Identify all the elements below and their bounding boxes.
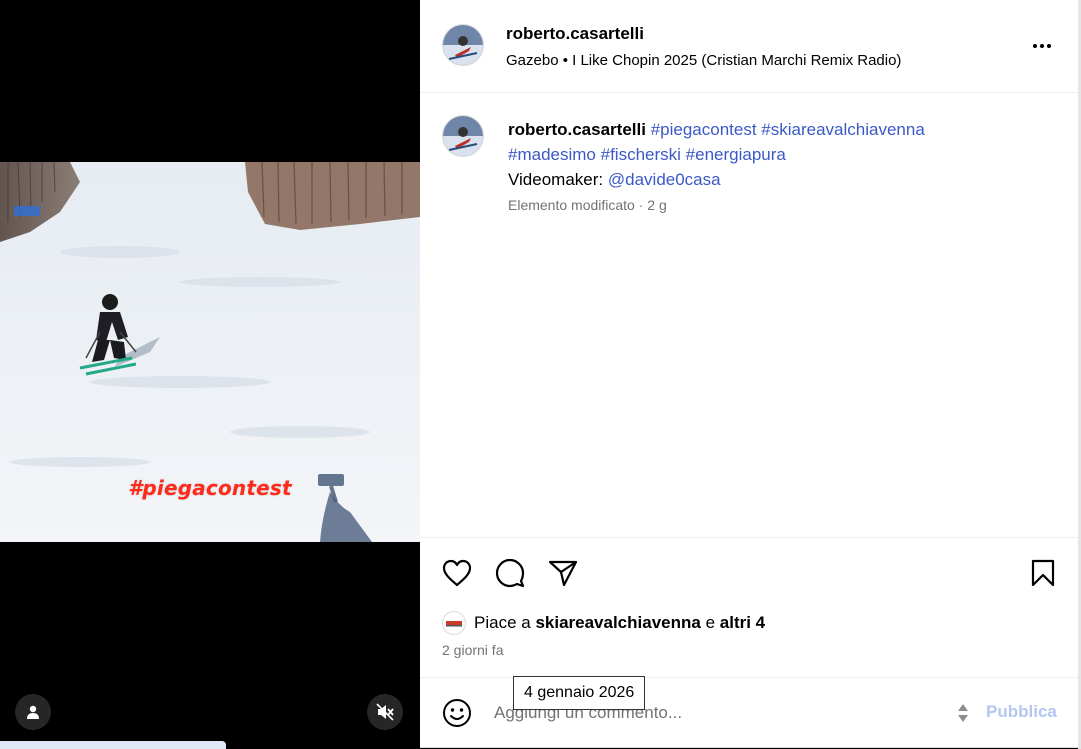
browser-bottom-strip [0,741,226,749]
hashtag-link[interactable]: #fischerski [601,145,681,164]
like-button[interactable] [440,556,474,590]
likes-prefix: Piace a [474,613,531,632]
caption-author-avatar[interactable] [442,115,484,157]
author-avatar[interactable] [442,24,484,66]
author-username[interactable]: roberto.casartelli [506,24,644,44]
post-actions: Piace a skiareavalchiavenna e altri 4 2 … [420,537,1078,678]
video-pane[interactable]: #piegacontest [0,0,420,749]
more-dots-icon [1033,44,1037,48]
likes-summary: Piace a skiareavalchiavenna e altri 4 [442,610,765,636]
skiarea-logo-icon [446,621,462,627]
liker-username[interactable]: skiareavalchiavenna [535,613,700,633]
heart-icon [442,559,472,587]
emoji-icon [443,699,471,727]
paper-plane-icon [548,560,578,587]
hashtag-link[interactable]: #piegacontest [651,120,757,139]
emoji-button[interactable] [440,696,474,730]
publish-button[interactable]: Pubblica [986,702,1057,722]
bookmark-icon [1031,559,1055,587]
mention-link[interactable]: @davide0casa [608,170,721,189]
caption-username[interactable]: roberto.casartelli [508,120,646,139]
liker-avatar[interactable] [442,611,466,635]
post-time-ago[interactable]: 2 giorni fa [442,642,503,658]
comment-bubble-icon [495,558,525,588]
more-options-button[interactable] [1026,36,1058,56]
user-tags-icon [27,705,39,719]
caption-text: roberto.casartelli #piegacontest #skiare… [508,117,1068,192]
likes-connector: e [705,613,716,632]
post-panel: roberto.casartelli Gazebo • I Like Chopi… [420,0,1079,748]
music-credit[interactable]: Gazebo • I Like Chopin 2025 (Cristian Ma… [506,52,901,69]
avatar-photo [443,116,483,156]
hashtag-link[interactable]: #madesimo [508,145,596,164]
video-overlay-hashtag: #piegacontest [128,476,292,500]
user-tags-button[interactable] [15,694,51,730]
speaker-muted-icon [376,703,394,721]
comment-button[interactable] [493,556,527,590]
save-button[interactable] [1026,556,1060,590]
videomaker-label: Videomaker: [508,170,604,189]
hashtag-link[interactable]: #energiapura [686,145,786,164]
share-button[interactable] [546,556,580,590]
likes-others-link[interactable]: altri 4 [720,613,765,633]
avatar-photo [443,25,483,65]
caption-meta: Elemento modificato · 2 g [508,197,667,213]
post-header: roberto.casartelli Gazebo • I Like Chopi… [420,0,1078,93]
hashtag-link[interactable]: #skiareavalchiavenna [761,120,925,139]
mute-button[interactable] [367,694,403,730]
resize-arrows-icon [958,704,968,722]
date-tooltip: 4 gennaio 2026 [513,676,646,710]
